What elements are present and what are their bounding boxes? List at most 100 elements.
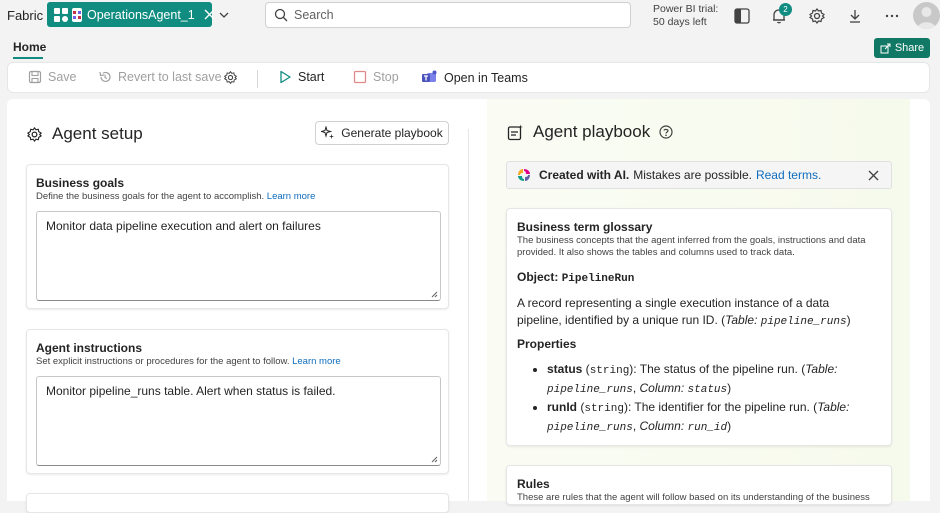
property-column: status xyxy=(687,384,728,396)
property-table-label: Table: xyxy=(805,362,838,376)
item-tab-label: OperationsAgent_1 xyxy=(87,7,195,22)
business-goals-card: Business goals Define the business goals… xyxy=(26,164,449,309)
property-type: string xyxy=(589,365,630,377)
open-in-teams-button[interactable]: Open in Teams xyxy=(422,70,528,85)
save-button[interactable]: Save xyxy=(28,70,77,84)
open-in-teams-label: Open in Teams xyxy=(444,70,528,85)
property-table: pipeline_runs xyxy=(547,422,633,434)
toolbar: Save Revert to last save Start Stop Open… xyxy=(7,62,930,93)
help-icon[interactable] xyxy=(659,125,673,139)
stop-icon xyxy=(353,70,367,84)
agent-instructions-value: Monitor pipeline_runs table. Alert when … xyxy=(46,384,336,398)
start-button[interactable]: Start xyxy=(278,70,324,84)
resize-handle-icon[interactable] xyxy=(431,456,438,463)
gear-icon xyxy=(26,126,43,143)
property-table-label: Table: xyxy=(817,400,850,414)
property-type: string xyxy=(584,403,624,415)
ai-disclaimer-banner: Created with AI. Mistakes are possible. … xyxy=(506,161,892,189)
trial-status[interactable]: Power BI trial: 50 days left xyxy=(653,3,718,29)
playbook-title: Agent playbook xyxy=(533,122,651,141)
property-desc: : The status of the pipeline run. xyxy=(633,362,798,376)
gear-icon[interactable] xyxy=(808,7,826,25)
agent-instructions-description: Set explicit instructions or procedures … xyxy=(36,356,341,367)
active-tab-indicator xyxy=(13,57,43,59)
search-icon xyxy=(274,8,288,22)
business-goals-value: Monitor data pipeline execution and aler… xyxy=(46,219,321,233)
share-icon xyxy=(880,43,891,54)
playbook-icon xyxy=(507,124,524,141)
business-goals-title: Business goals xyxy=(36,176,125,190)
object-description: A record representing a single execution… xyxy=(517,296,851,328)
agent-instructions-learn-more-link[interactable]: Learn more xyxy=(292,356,341,367)
main-content: Agent setup Generate playbook Business g… xyxy=(7,99,930,513)
sparkle-icon xyxy=(321,126,335,140)
page-title: Agent setup xyxy=(52,124,143,143)
property-item: status (string): The status of the pipel… xyxy=(547,361,880,399)
property-column-label: Column: xyxy=(639,419,685,433)
close-tab-icon[interactable] xyxy=(204,9,215,20)
panel-divider xyxy=(468,129,469,501)
revert-label: Revert to last save xyxy=(118,70,222,84)
agent-instructions-field[interactable]: Monitor pipeline_runs table. Alert when … xyxy=(36,376,441,466)
properties-heading: Properties xyxy=(517,337,577,351)
play-icon xyxy=(278,70,292,84)
ai-banner-strong: Created with AI. xyxy=(539,168,630,182)
business-goals-learn-more-link[interactable]: Learn more xyxy=(267,191,316,202)
properties-list: status (string): The status of the pipel… xyxy=(535,361,880,437)
object-name: PipelineRun xyxy=(561,273,635,285)
revert-button[interactable]: Revert to last save xyxy=(98,70,222,84)
resize-handle-icon[interactable] xyxy=(431,291,438,298)
revert-icon xyxy=(98,70,112,84)
close-icon[interactable] xyxy=(868,170,879,181)
stop-label: Stop xyxy=(373,70,399,84)
business-term-glossary-card: Business term glossary The business conc… xyxy=(506,208,892,446)
generate-playbook-button[interactable]: Generate playbook xyxy=(315,121,449,145)
business-goals-field[interactable]: Monitor data pipeline execution and aler… xyxy=(36,211,441,301)
object-table-label: Table: xyxy=(725,313,758,327)
tab-home[interactable]: Home xyxy=(13,40,46,54)
rules-card: Rules These are rules that the agent wil… xyxy=(506,465,892,505)
property-table: pipeline_runs xyxy=(547,384,633,396)
agent-setup-heading: Agent setup xyxy=(26,124,143,144)
search-input[interactable] xyxy=(294,8,594,22)
panel-icon[interactable] xyxy=(733,7,751,25)
object-table-name: pipeline_runs xyxy=(760,316,847,328)
toolbar-divider xyxy=(257,70,258,88)
read-terms-link[interactable]: Read terms. xyxy=(756,168,821,182)
glossary-title: Business term glossary xyxy=(517,220,653,234)
property-column: run_id xyxy=(687,422,728,434)
trial-line-2: 50 days left xyxy=(653,16,707,28)
chevron-down-icon[interactable] xyxy=(218,9,230,21)
top-bar: Fabric OperationsAgent_1 Power BI trial:… xyxy=(0,0,940,32)
search-box[interactable] xyxy=(265,2,631,28)
gear-icon xyxy=(223,70,238,85)
share-label: Share xyxy=(894,42,925,54)
notification-count-badge: 2 xyxy=(779,3,792,16)
agent-instructions-title: Agent instructions xyxy=(36,341,143,355)
agent-instructions-desc-text: Set explicit instructions or procedures … xyxy=(36,356,290,367)
rules-description: These are rules that the agent will foll… xyxy=(517,492,870,503)
object-label: Object: xyxy=(517,270,559,284)
agent-setup-panel: Agent setup Generate playbook Business g… xyxy=(7,99,468,513)
teams-icon xyxy=(422,70,438,85)
agent-playbook-panel: Agent playbook Created with AI. Mistakes… xyxy=(487,99,910,505)
stop-button[interactable]: Stop xyxy=(353,70,399,84)
brand-name[interactable]: Fabric xyxy=(7,8,43,23)
agent-playbook-heading: Agent playbook xyxy=(507,122,673,142)
item-tab[interactable]: OperationsAgent_1 xyxy=(47,2,215,27)
avatar[interactable] xyxy=(913,2,940,29)
start-label: Start xyxy=(298,70,325,84)
business-goals-description: Define the business goals for the agent … xyxy=(36,191,315,202)
trial-line-1: Power BI trial: xyxy=(653,3,719,15)
download-icon[interactable] xyxy=(846,7,864,25)
agent-instructions-card: Agent instructions Set explicit instruct… xyxy=(26,329,449,474)
share-button[interactable]: Share xyxy=(874,38,930,58)
property-name: status xyxy=(547,362,583,376)
save-icon xyxy=(28,70,42,84)
rules-title: Rules xyxy=(517,477,550,491)
property-column-label: Column: xyxy=(639,381,685,395)
workspace-icon xyxy=(54,7,68,22)
copilot-icon xyxy=(517,168,531,182)
more-icon[interactable] xyxy=(883,7,901,25)
settings-button[interactable] xyxy=(223,70,238,85)
